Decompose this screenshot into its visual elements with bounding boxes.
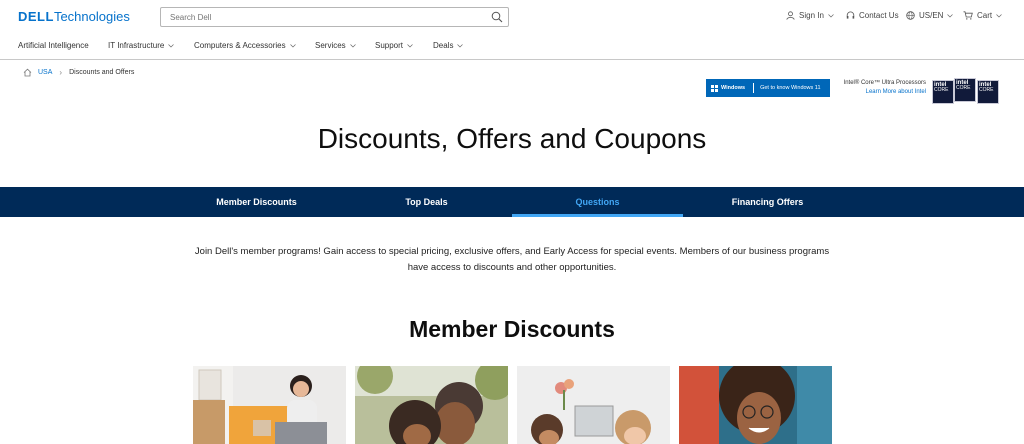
locale-selector[interactable]: US/EN xyxy=(906,11,954,20)
logo-suffix: Technologies xyxy=(53,9,130,24)
chevron-down-icon xyxy=(947,13,954,17)
member-card-image[interactable] xyxy=(517,366,670,444)
cart-label: Cart xyxy=(977,11,993,20)
member-card-image[interactable] xyxy=(679,366,832,444)
chevron-down-icon xyxy=(349,43,356,47)
intro-text: Join Dell's member programs! Gain access… xyxy=(194,246,830,273)
headset-icon xyxy=(846,11,855,19)
top-header: DELLTechnologies Sign In Contact Us US/E… xyxy=(0,0,1024,34)
nav-item-label: Support xyxy=(375,41,404,50)
banner-divider xyxy=(753,83,755,93)
intel-learn-more-link[interactable]: Learn More about Intel xyxy=(832,88,926,97)
windows-cta: Get to know Windows 11 xyxy=(760,85,821,91)
locale-label: US/EN xyxy=(919,11,944,20)
search-icon[interactable] xyxy=(491,11,503,23)
user-icon xyxy=(786,11,795,20)
breadcrumb-separator-icon: › xyxy=(59,68,63,77)
nav-item-label: Services xyxy=(315,41,346,50)
intel-promo-line: Intel® Core™ Ultra Processors xyxy=(843,80,926,86)
dell-technologies-logo[interactable]: DELLTechnologies xyxy=(18,9,130,24)
page-title: Discounts, Offers and Coupons xyxy=(317,123,707,154)
cart-icon xyxy=(963,11,973,20)
breadcrumb: USA › Discounts and Offers xyxy=(23,68,134,77)
intel-promo: Intel® Core™ Ultra Processors Learn More… xyxy=(832,79,926,97)
chevron-down-icon xyxy=(457,43,464,47)
section-title: Member Discounts xyxy=(409,316,615,342)
chevron-down-icon xyxy=(828,13,834,17)
windows-brand: Windows xyxy=(721,85,746,91)
intel-badges[interactable]: intel CORE intel CORE intel CORE xyxy=(932,78,1000,104)
nav-item-deals[interactable]: Deals xyxy=(433,41,464,50)
breadcrumb-link-usa[interactable]: USA xyxy=(38,69,52,76)
tab-member-discounts[interactable]: Member Discounts xyxy=(171,187,342,217)
chevron-down-icon xyxy=(168,43,175,47)
tab-questions[interactable]: Questions xyxy=(512,187,683,217)
sign-in-label: Sign In xyxy=(799,11,824,20)
windows-promo-banner[interactable]: Windows Get to know Windows 11 xyxy=(706,79,830,97)
nav-item-label: Artificial Intelligence xyxy=(18,41,89,50)
nav-item-it-infrastructure[interactable]: IT Infrastructure xyxy=(108,41,175,50)
search-box xyxy=(160,7,509,27)
nav-item-support[interactable]: Support xyxy=(375,41,413,50)
globe-icon xyxy=(906,11,915,20)
nav-item-artificial-intelligence[interactable]: Artificial Intelligence xyxy=(18,41,89,50)
nav-item-label: Computers & Accessories xyxy=(194,41,286,50)
windows-logo-icon xyxy=(711,84,718,92)
main-nav: Artificial Intelligence IT Infrastructur… xyxy=(0,34,1024,60)
sign-in-button[interactable]: Sign In xyxy=(786,11,834,20)
cart-button[interactable]: Cart xyxy=(963,11,1002,20)
nav-item-label: Deals xyxy=(433,41,454,50)
chevron-down-icon xyxy=(407,43,413,47)
tab-top-deals[interactable]: Top Deals xyxy=(341,187,512,217)
tab-financing-offers[interactable]: Financing Offers xyxy=(682,187,853,217)
chevron-down-icon xyxy=(996,13,1002,17)
intel-core-badge: intel CORE xyxy=(977,80,999,104)
home-icon[interactable] xyxy=(23,68,32,77)
contact-us-label: Contact Us xyxy=(859,11,899,20)
contact-us-button[interactable]: Contact Us xyxy=(846,11,899,20)
member-card-image[interactable] xyxy=(355,366,508,444)
search-input[interactable] xyxy=(161,8,481,26)
intel-core-badge: intel CORE xyxy=(954,78,976,102)
section-tabs: Member Discounts Top Deals Questions Fin… xyxy=(0,187,1024,217)
logo-brand: DELL xyxy=(18,9,54,24)
breadcrumb-current: Discounts and Offers xyxy=(69,69,135,76)
nav-item-label: IT Infrastructure xyxy=(108,41,165,50)
chevron-down-icon xyxy=(289,43,296,47)
member-card-image[interactable] xyxy=(193,366,346,444)
intel-core-badge: intel CORE xyxy=(932,80,954,104)
nav-item-services[interactable]: Services xyxy=(315,41,356,50)
nav-item-computers-accessories[interactable]: Computers & Accessories xyxy=(194,41,296,50)
